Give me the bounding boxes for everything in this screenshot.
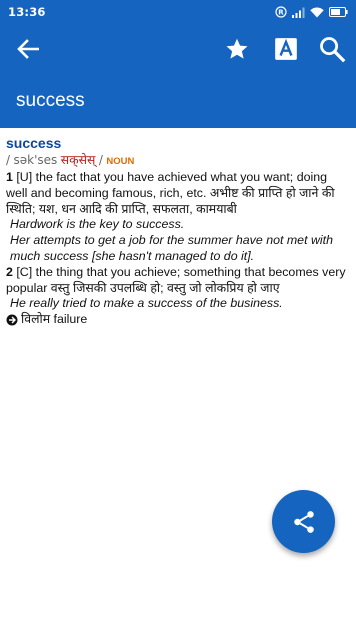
sense-number: 1 (6, 170, 13, 184)
status-time: 13:36 (8, 5, 46, 19)
entry-content: success / sək'ses सक्‌सेस्‌ / NOUN 1 [U]… (6, 134, 346, 328)
font-a-icon (275, 38, 297, 60)
pronunciation: sək'ses (13, 153, 58, 167)
hindi-pronunciation: सक्‌सेस्‌ (60, 153, 96, 167)
wifi-icon (310, 7, 324, 18)
antonym-row: विलोम failure (6, 312, 346, 328)
search-icon (320, 37, 346, 63)
search-button[interactable] (318, 35, 346, 63)
app-bar: success (0, 24, 356, 128)
font-size-button[interactable] (273, 36, 299, 62)
pron-slash-close: / (98, 153, 103, 167)
svg-text:R: R (278, 9, 284, 17)
share-button[interactable] (272, 490, 335, 553)
sense-number: 2 (6, 264, 13, 279)
sense-definition: [C] the thing that you achieve; somethin… (6, 264, 346, 295)
favorite-button[interactable] (224, 36, 250, 62)
share-icon (293, 510, 314, 533)
battery-icon (329, 7, 348, 17)
signal-icon (292, 7, 305, 18)
antonym-icon (6, 314, 18, 326)
status-icons: R (275, 6, 348, 18)
part-of-speech: NOUN (106, 156, 135, 167)
arrow-back-icon (17, 39, 39, 59)
pron-slash-open: / (6, 153, 11, 167)
antonym-text: विलोम failure (21, 312, 88, 327)
sense-1: 1 [U] the fact that you have achieved wh… (6, 170, 346, 217)
pronunciation-line: / sək'ses सक्‌सेस्‌ / NOUN (6, 152, 346, 170)
example-sentence: Her attempts to get a job for the summer… (10, 233, 333, 263)
entry-headword: success (6, 135, 62, 151)
r-badge-icon: R (275, 6, 287, 18)
sense-2: 2 [C] the thing that you achieve; someth… (6, 265, 346, 297)
sense-definition: [U] the fact that you have achieved what… (6, 170, 335, 216)
example-sentence: Hardwork is the key to success. (10, 217, 185, 232)
back-button[interactable] (13, 37, 43, 61)
status-bar: 13:36 R (0, 0, 356, 24)
example-sentence: He really tried to make a success of the… (10, 296, 283, 311)
star-icon (226, 38, 248, 59)
app-title: success (16, 90, 85, 111)
